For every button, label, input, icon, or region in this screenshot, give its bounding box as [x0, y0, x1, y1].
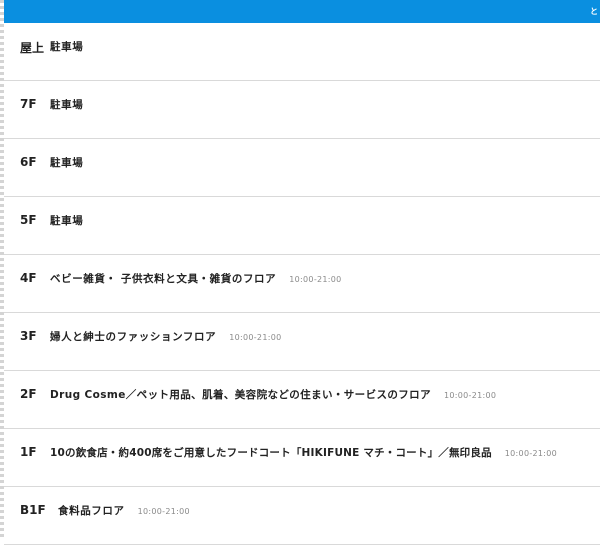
floor-guide-list: 屋上 駐車場 7F 駐車場 6F 駐車場 5F 駐車場 4F ベビー雑貨・ 子供…: [4, 23, 600, 545]
floor-description: 10の飲食店・約400席をご用意したフードコート「HIKIFUNE マチ・コート…: [50, 445, 557, 460]
floor-description: 駐車場: [50, 39, 83, 54]
top-header-bar: と: [4, 0, 600, 23]
floor-description: 食料品フロア 10:00-21:00: [58, 503, 190, 518]
floor-description-text: 駐車場: [50, 41, 84, 53]
floor-label: 5F: [20, 213, 37, 227]
floor-label: 2F: [20, 387, 37, 401]
floor-row-7f[interactable]: 7F 駐車場: [4, 81, 600, 139]
floor-description-text: 婦人と紳士のファッションフロア: [50, 331, 217, 343]
floor-description-text: 駐車場: [50, 99, 84, 111]
floor-row-b1f[interactable]: B1F 食料品フロア 10:00-21:00: [4, 487, 600, 545]
floor-hours: 10:00-21:00: [443, 391, 497, 400]
floor-row-5f[interactable]: 5F 駐車場: [4, 197, 600, 255]
floor-row-4f[interactable]: 4F ベビー雑貨・ 子供衣料と文具・雑貨のフロア 10:00-21:00: [4, 255, 600, 313]
floor-description: 婦人と紳士のファッションフロア 10:00-21:00: [50, 329, 281, 344]
floor-label: B1F: [20, 503, 46, 517]
floor-row-1f[interactable]: 1F 10の飲食店・約400席をご用意したフードコート「HIKIFUNE マチ・…: [4, 429, 600, 487]
floor-row-rooftop[interactable]: 屋上 駐車場: [4, 23, 600, 81]
header-text: と: [590, 7, 598, 16]
floor-description: 駐車場: [50, 155, 83, 170]
floor-description-text: 駐車場: [50, 157, 84, 169]
floor-hours: 10:00-21:00: [137, 507, 190, 516]
floor-row-2f[interactable]: 2F Drug Cosme／ペット用品、肌着、美容院などの住まい・サービスのフロ…: [4, 371, 600, 429]
floor-row-6f[interactable]: 6F 駐車場: [4, 139, 600, 197]
floor-description-text: 10の飲食店・約400席をご用意したフードコート「HIKIFUNE マチ・コート…: [50, 447, 492, 459]
floor-hours: 10:00-21:00: [504, 449, 558, 458]
floor-description-text: Drug Cosme／ペット用品、肌着、美容院などの住まい・サービスのフロア: [50, 389, 431, 401]
floor-description-text: 駐車場: [50, 215, 84, 227]
floor-label: 6F: [20, 155, 37, 169]
floor-label: 4F: [20, 271, 37, 285]
floor-description: Drug Cosme／ペット用品、肌着、美容院などの住まい・サービスのフロア 10…: [50, 387, 496, 402]
floor-row-3f[interactable]: 3F 婦人と紳士のファッションフロア 10:00-21:00: [4, 313, 600, 371]
floor-label: 7F: [20, 97, 37, 111]
floor-label: 1F: [20, 445, 37, 459]
floor-label: 屋上: [20, 41, 45, 55]
floor-hours: 10:00-21:00: [229, 333, 282, 342]
floor-description: 駐車場: [50, 97, 83, 112]
floor-description-text: 食料品フロア: [58, 505, 125, 517]
floor-description-text: ベビー雑貨・ 子供衣料と文具・雑貨のフロア: [50, 273, 277, 285]
floor-hours: 10:00-21:00: [289, 275, 342, 284]
floor-description: 駐車場: [50, 213, 83, 228]
floor-label: 3F: [20, 329, 37, 343]
floor-description: ベビー雑貨・ 子供衣料と文具・雑貨のフロア 10:00-21:00: [50, 271, 342, 286]
